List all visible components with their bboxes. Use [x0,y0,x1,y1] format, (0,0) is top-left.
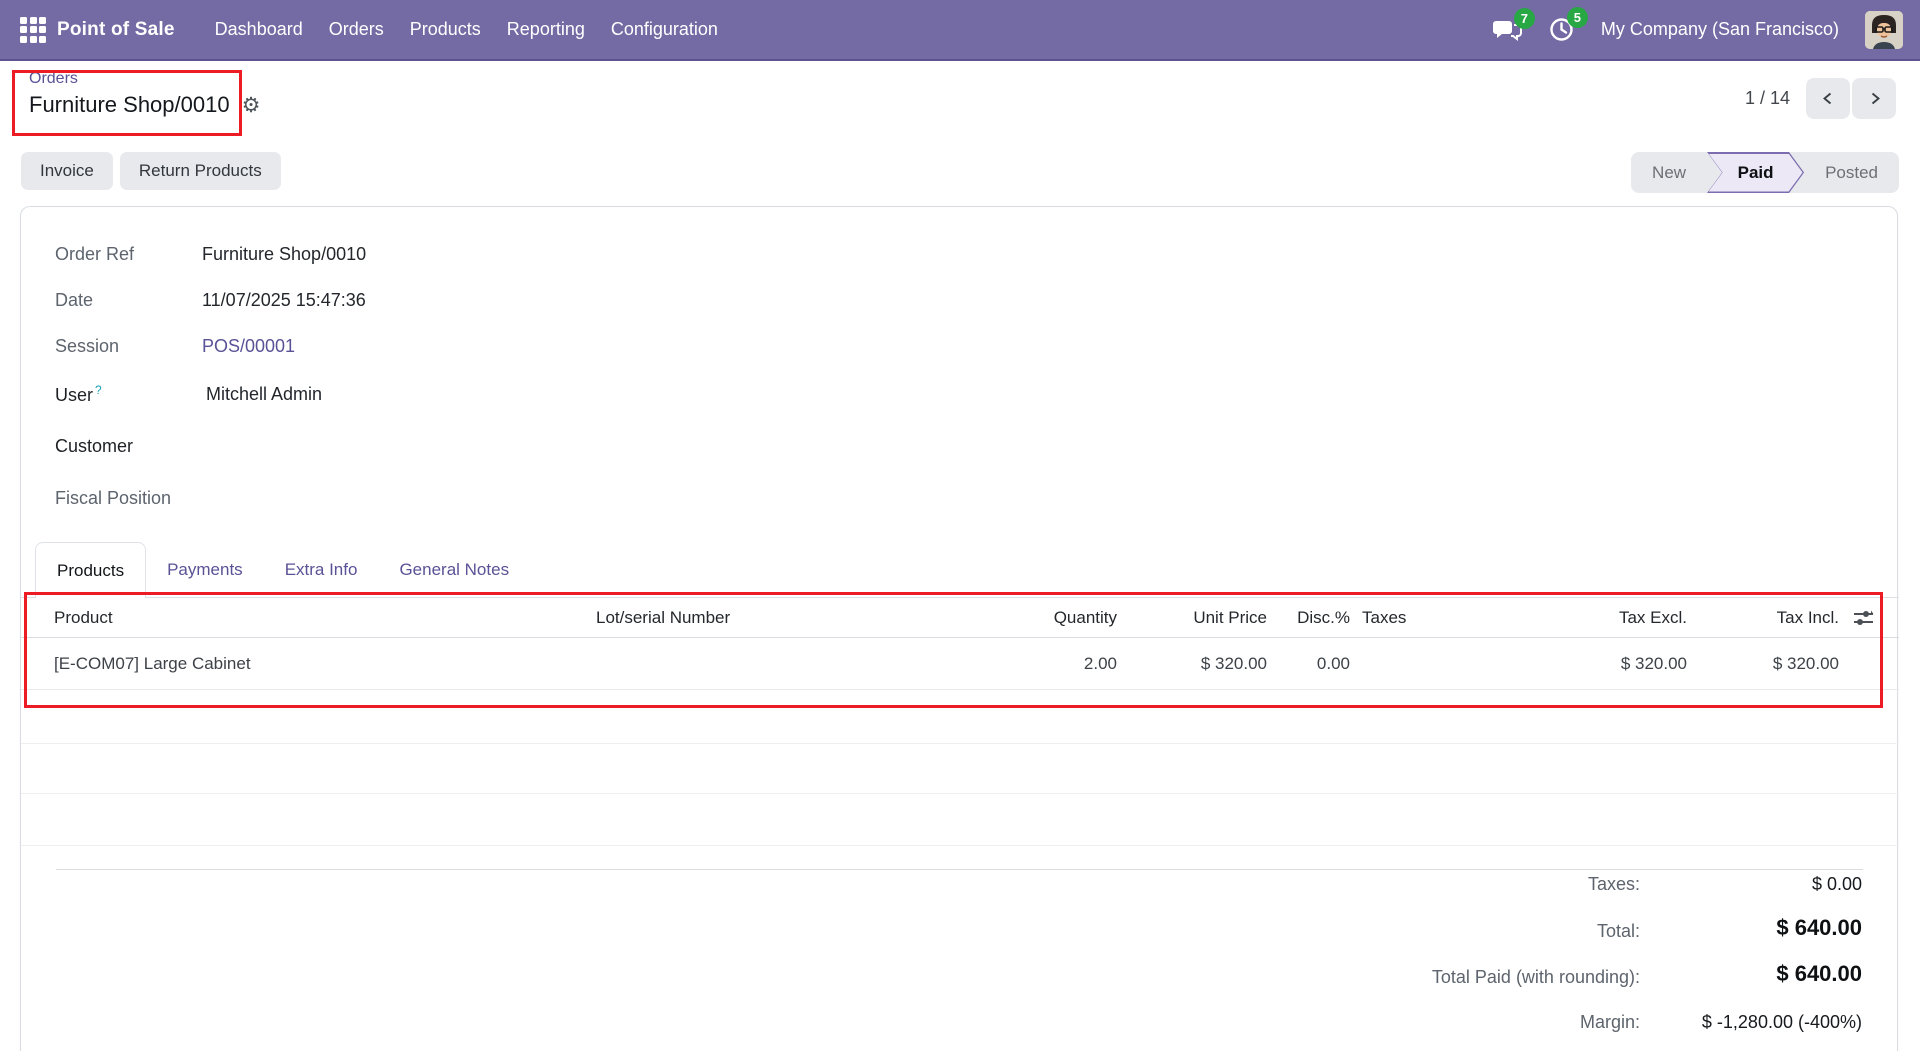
menu-configuration[interactable]: Configuration [600,13,729,46]
field-fiscal-position: Fiscal Position [55,485,622,511]
header-tax-excl[interactable]: Tax Excl. [1570,608,1687,628]
activities-badge: 5 [1566,7,1588,28]
pager-next-button[interactable] [1852,78,1896,119]
form-sheet: Order Ref Furniture Shop/0010 Date 11/07… [20,206,1899,1051]
tab-products[interactable]: Products [35,542,147,598]
main-menu: Dashboard Orders Products Reporting Conf… [204,13,729,46]
cell-discount: 0.00 [1316,653,1350,673]
products-table-header: Product Lot/serial Number Quantity Unit … [21,598,1899,638]
sliders-icon [1854,610,1874,625]
totals-paid-value: $ 640.00 [1776,961,1862,986]
tab-extra-info[interactable]: Extra Info [264,542,379,598]
field-value-date[interactable]: 11/07/2025 15:47:36 [202,290,622,311]
systray: 7 5 My Company (San Francisco) [1492,7,1920,49]
pager-previous-button[interactable] [1806,78,1850,119]
pos-order-form-page: Point of Sale Dashboard Orders Products … [0,0,1920,1051]
tab-payments[interactable]: Payments [146,542,264,598]
totals-margin-value: $ -1,280.00 (-400%) [1701,1012,1862,1032]
totals-total-label: Total: [1596,921,1640,941]
totals-divider [56,869,1863,870]
action-gear-icon[interactable]: ⚙ [242,95,261,116]
field-label-session: Session [55,335,120,356]
menu-dashboard[interactable]: Dashboard [204,13,314,46]
field-label-customer: Customer [55,435,134,456]
user-avatar[interactable] [1865,10,1903,49]
field-value-order-ref[interactable]: Furniture Shop/0010 [202,244,622,265]
top-navbar: Point of Sale Dashboard Orders Products … [0,0,1920,61]
page-title: Furniture Shop/0010 [29,92,230,117]
totals-taxes-label: Taxes: [1587,874,1640,894]
field-session: Session POS/00001 [55,333,622,359]
header-quantity[interactable]: Quantity [906,608,1117,628]
invoice-button[interactable]: Invoice [21,152,113,190]
field-value-user[interactable]: Mitchell Admin [202,384,622,405]
pager-count: 1 / 14 [1744,88,1790,108]
app-name: Point of Sale [57,18,175,40]
messages-button[interactable]: 7 [1492,7,1535,43]
field-label-user: User? [55,382,102,405]
empty-table-row [21,690,1899,744]
record-pager: 1 / 14 [1745,78,1896,119]
header-discount[interactable]: Disc.% [1267,608,1350,628]
return-products-button[interactable]: Return Products [119,152,281,190]
activities-button[interactable]: 5 [1548,7,1588,43]
field-label-fiscal-position: Fiscal Position [55,487,172,508]
header-taxes[interactable]: Taxes [1350,608,1570,628]
header-lot-serial[interactable]: Lot/serial Number [576,608,906,628]
statusbar: New Paid Posted [1631,152,1899,193]
field-customer: Customer [55,433,622,459]
chevron-right-icon [1871,92,1880,105]
empty-table-row [21,794,1899,846]
field-label-order-ref: Order Ref [55,243,135,264]
cell-quantity: 2.00 [1083,653,1117,673]
field-value-session-link[interactable]: POS/00001 [202,336,622,357]
optional-columns-button[interactable] [1839,606,1899,629]
apps-grid-icon[interactable] [20,16,46,43]
status-step-posted[interactable]: Posted [1804,152,1899,193]
help-question-icon: ? [95,382,102,397]
notebook-tabs: Products Payments Extra Info General Not… [35,542,530,598]
cell-tax-incl: $ 320.00 [1772,653,1839,673]
field-order-ref: Order Ref Furniture Shop/0010 [55,241,622,267]
menu-reporting[interactable]: Reporting [496,13,596,46]
action-buttons: Invoice Return Products [21,152,281,190]
cell-unit-price: $ 320.00 [1200,653,1267,673]
field-user: User? Mitchell Admin [55,381,622,407]
breadcrumb-orders-link[interactable]: Orders [29,70,78,88]
totals-taxes-value: $ 0.00 [1811,874,1862,894]
status-step-paid[interactable]: Paid [1707,152,1804,193]
field-label-date: Date [55,289,94,310]
totals-paid-label: Total Paid (with rounding): [1431,967,1640,987]
header-product[interactable]: Product [21,608,576,628]
messages-badge: 7 [1513,7,1535,29]
breadcrumb: Orders Furniture Shop/0010 ⚙ [29,70,260,118]
header-unit-price[interactable]: Unit Price [1117,608,1267,628]
empty-table-row [21,744,1899,794]
header-tax-incl[interactable]: Tax Incl. [1687,608,1839,628]
table-row[interactable]: [E-COM07] Large Cabinet 2.00 $ 320.00 0.… [21,638,1899,690]
menu-products[interactable]: Products [399,13,492,46]
tab-general-notes[interactable]: General Notes [378,542,530,598]
products-table: Product Lot/serial Number Quantity Unit … [21,598,1899,846]
cell-tax-excl: $ 320.00 [1620,653,1687,673]
cell-product-link[interactable]: [E-COM07] Large Cabinet [21,654,576,674]
status-step-new[interactable]: New [1631,152,1707,193]
chevron-left-icon [1822,92,1831,105]
field-date: Date 11/07/2025 15:47:36 [55,287,622,313]
company-switcher[interactable]: My Company (San Francisco) [1601,19,1839,40]
menu-orders[interactable]: Orders [318,13,395,46]
totals-total-value: $ 640.00 [1776,915,1862,940]
totals-margin-label: Margin: [1579,1012,1640,1032]
